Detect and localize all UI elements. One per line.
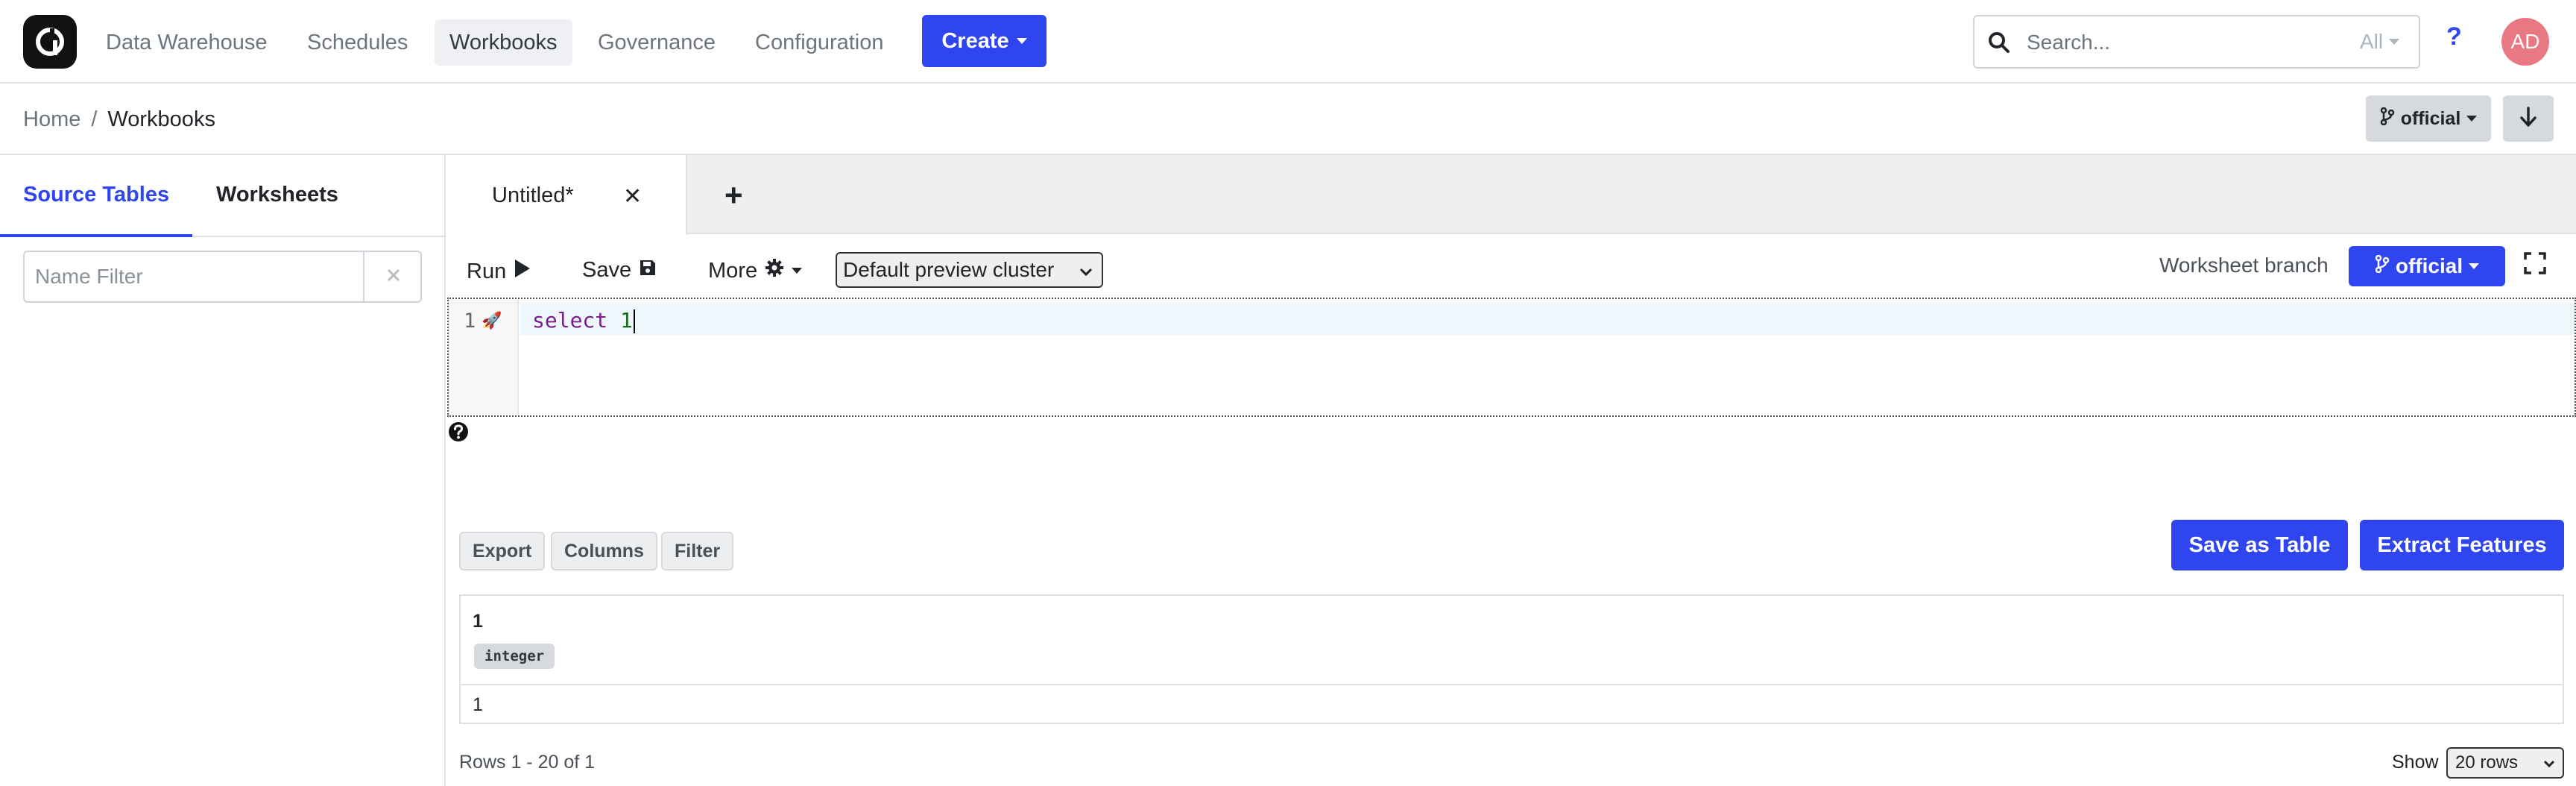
text-cursor xyxy=(633,309,635,333)
create-button-label: Create xyxy=(941,28,1009,53)
search-icon xyxy=(1986,30,2012,59)
breadcrumb: Home / Workbooks xyxy=(23,107,215,132)
git-branch-icon xyxy=(2375,254,2390,278)
caret-down-icon xyxy=(792,268,803,274)
search-scope-dropdown[interactable]: All xyxy=(2360,30,2400,54)
clear-filter-button[interactable] xyxy=(364,252,422,301)
save-button[interactable]: Save xyxy=(582,258,657,283)
name-filter-group xyxy=(23,251,422,303)
cluster-select[interactable]: Default preview cluster xyxy=(836,252,1103,288)
more-dropdown-button[interactable]: More xyxy=(708,258,803,283)
caret-down-icon xyxy=(1016,38,1027,44)
nav-schedules[interactable]: Schedules xyxy=(292,19,423,66)
caret-down-icon xyxy=(2469,263,2480,269)
download-button[interactable] xyxy=(2503,95,2554,142)
worksheet-branch-label: Worksheet branch xyxy=(2159,254,2329,277)
floppy-disk-icon xyxy=(639,258,657,283)
rows-per-page-value: 20 rows xyxy=(2455,752,2519,773)
nav-data-warehouse[interactable]: Data Warehouse xyxy=(91,19,282,66)
breadcrumb-separator: / xyxy=(91,107,98,131)
rocket-icon[interactable]: 🚀 xyxy=(482,311,502,330)
close-tab-icon[interactable]: ✕ xyxy=(623,183,642,210)
gear-icon xyxy=(765,258,784,283)
branch-dropdown-button[interactable]: official xyxy=(2366,95,2491,142)
worksheet-tabbar: Untitled* ✕ + xyxy=(447,155,2576,236)
save-as-table-button[interactable]: Save as Table xyxy=(2171,520,2348,570)
rows-per-page-label: Show xyxy=(2392,752,2439,773)
chevron-down-icon xyxy=(1079,258,1093,282)
search-scope-label: All xyxy=(2360,30,2384,53)
branch-label: official xyxy=(2400,107,2461,129)
search-input[interactable] xyxy=(2027,24,2310,61)
close-icon xyxy=(385,267,402,287)
nav-governance[interactable]: Governance xyxy=(583,19,730,66)
worksheet-branch-dropdown[interactable]: official xyxy=(2349,246,2505,286)
caret-down-icon xyxy=(2466,116,2478,122)
sql-editor[interactable]: 1 🚀 select 1 xyxy=(447,298,2576,417)
run-button-label: Run xyxy=(467,259,507,283)
left-sidebar: Source Tables Worksheets xyxy=(0,155,446,786)
save-button-label: Save xyxy=(582,258,632,282)
name-filter-input[interactable] xyxy=(25,252,364,301)
nav-workbooks[interactable]: Workbooks xyxy=(435,19,572,66)
editor-gutter: 1 🚀 xyxy=(449,299,519,415)
sql-keyword: select xyxy=(532,308,608,333)
nav-configuration[interactable]: Configuration xyxy=(740,19,899,66)
column-header[interactable]: 1 xyxy=(473,611,483,632)
sidebar-tabs: Source Tables Worksheets xyxy=(0,155,446,237)
worksheet-branch-value: official xyxy=(2395,254,2463,277)
row-divider xyxy=(461,684,2563,685)
play-icon xyxy=(514,258,531,285)
breadcrumb-home-link[interactable]: Home xyxy=(23,107,80,132)
create-button[interactable]: Create xyxy=(922,15,1046,67)
breadcrumb-bar: Home / Workbooks official xyxy=(0,85,2576,155)
help-icon[interactable]: ? xyxy=(2446,22,2462,51)
rows-per-page-select[interactable]: 20 rows xyxy=(2446,747,2564,779)
question-circle-icon[interactable] xyxy=(447,421,470,447)
chevron-down-icon xyxy=(2543,752,2555,773)
user-avatar[interactable]: AD xyxy=(2501,18,2549,66)
columns-button[interactable]: Columns xyxy=(551,532,657,570)
active-line-highlight xyxy=(520,304,2575,335)
breadcrumb-current: Workbooks xyxy=(107,107,215,131)
cluster-select-value: Default preview cluster xyxy=(843,258,1055,281)
fullscreen-icon[interactable] xyxy=(2524,252,2546,278)
app-logo-icon[interactable] xyxy=(23,15,77,69)
filter-button[interactable]: Filter xyxy=(661,532,734,570)
caret-down-icon xyxy=(2389,39,2400,45)
tab-source-tables[interactable]: Source Tables xyxy=(0,155,193,237)
worksheet-tab-label: Untitled* xyxy=(492,183,574,207)
table-cell[interactable]: 1 xyxy=(473,694,483,716)
extract-features-button[interactable]: Extract Features xyxy=(2360,520,2564,570)
arrow-down-icon xyxy=(2519,106,2538,132)
worksheet-toolbar: Run Save More Default preview cluster Wo… xyxy=(447,236,2576,298)
sql-literal: 1 xyxy=(620,308,633,333)
add-worksheet-button[interactable]: + xyxy=(724,177,743,213)
worksheet-tab[interactable]: Untitled* ✕ xyxy=(447,155,687,236)
column-type-badge: integer xyxy=(474,644,555,669)
top-navbar: Data Warehouse Schedules Workbooks Gover… xyxy=(0,0,2576,84)
more-button-label: More xyxy=(708,258,758,283)
git-branch-icon xyxy=(2380,107,2395,131)
run-button[interactable]: Run xyxy=(467,258,531,285)
pagination-info: Rows 1 - 20 of 1 xyxy=(459,752,596,773)
global-search: All xyxy=(1973,15,2420,69)
code-line[interactable]: select 1 xyxy=(532,308,635,333)
line-number: 1 xyxy=(464,309,476,333)
result-table: 1 integer 1 xyxy=(459,594,2564,724)
export-button[interactable]: Export xyxy=(459,532,546,570)
tab-worksheets[interactable]: Worksheets xyxy=(193,155,362,237)
